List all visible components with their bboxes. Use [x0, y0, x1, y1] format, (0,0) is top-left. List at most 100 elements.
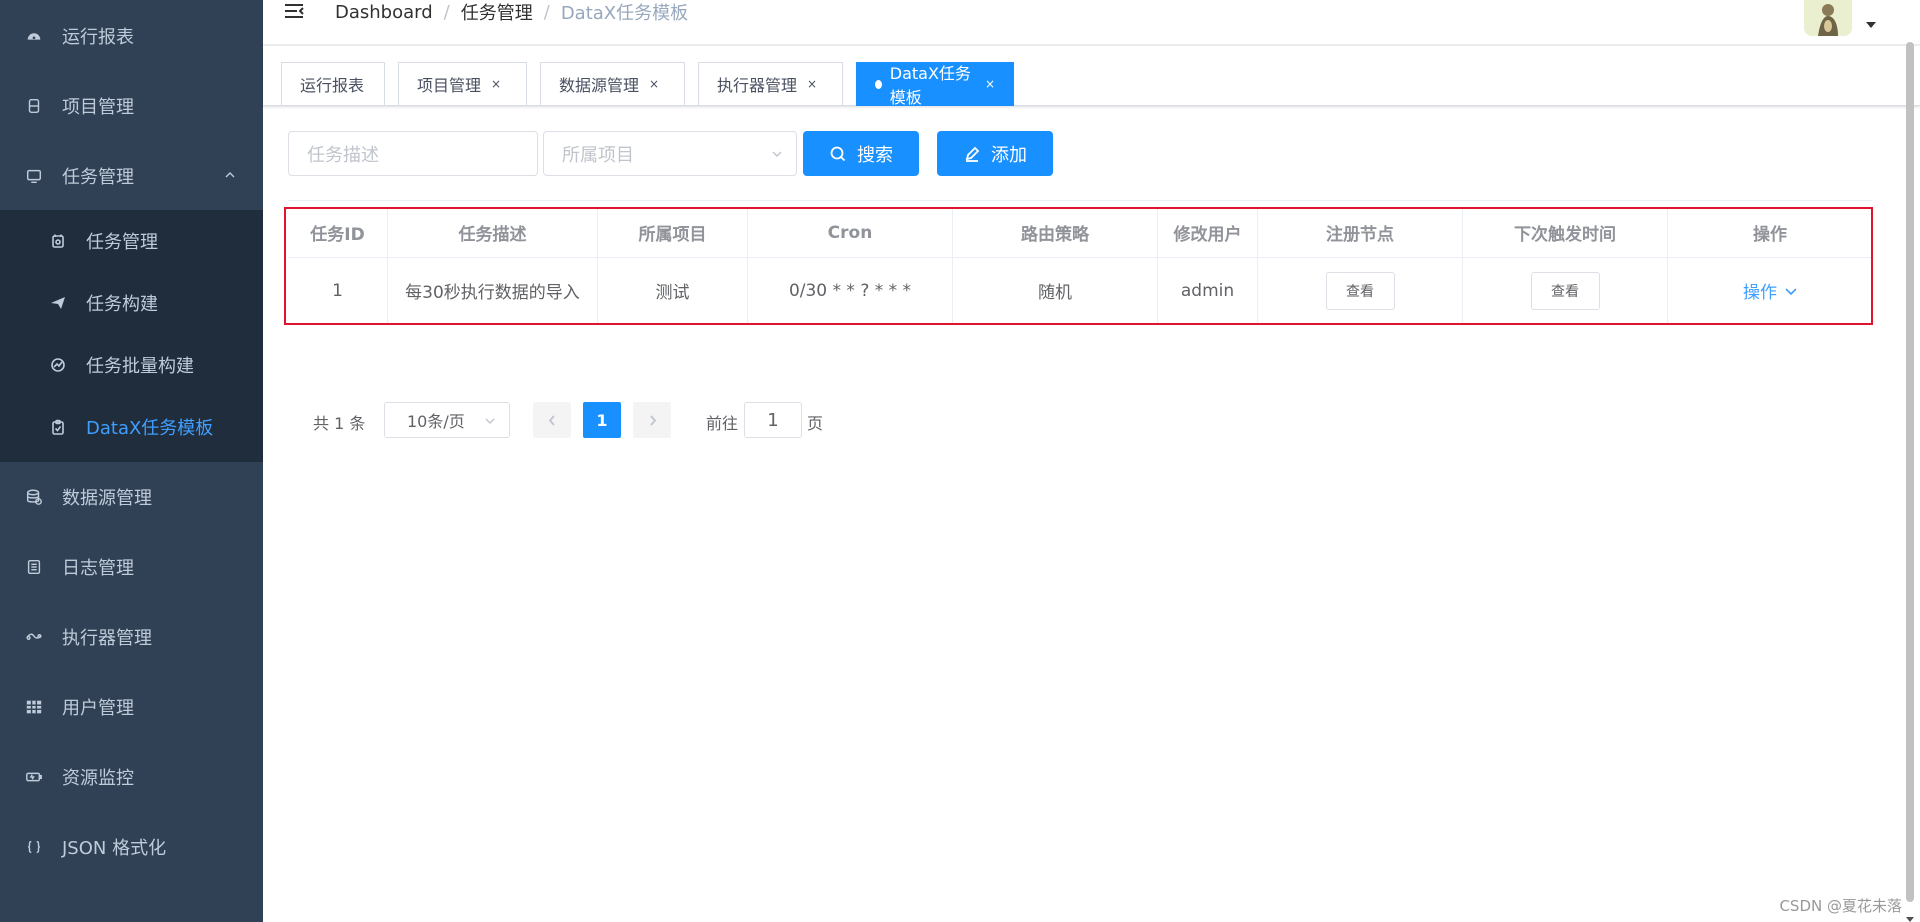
- submenu-item-label: 任务批量构建: [86, 356, 194, 377]
- table-header-cell: 注册节点: [1258, 208, 1463, 257]
- breadcrumb-separator: /: [543, 1, 550, 23]
- next-page-button[interactable]: [633, 402, 671, 438]
- chevron-up-icon: [225, 172, 235, 178]
- table-row: 1 每30秒执行数据的导入 测试 0/30 * * ? * * * 随机 adm…: [288, 258, 1872, 323]
- project-icon: [24, 96, 44, 116]
- braces-icon: [24, 837, 44, 857]
- navbar: Dashboard / 任务管理 / DataX任务模板: [263, 0, 1920, 45]
- submenu-item-task-batch[interactable]: 任务批量构建: [0, 334, 263, 396]
- sidebar-item-label: 任务管理: [62, 167, 134, 188]
- avatar[interactable]: [1804, 0, 1852, 36]
- scrollbar[interactable]: [1904, 40, 1916, 922]
- tag-executor[interactable]: 执行器管理 ×: [698, 62, 843, 106]
- sidebar-item-label: 执行器管理: [62, 628, 152, 649]
- edit-icon: [965, 146, 980, 162]
- search-button-label: 搜索: [857, 144, 893, 166]
- cell-operation: 操作: [1668, 258, 1872, 323]
- cell-project: 测试: [598, 258, 748, 323]
- table-header: 任务ID 任务描述 所属项目 Cron 路由策略 修改用户 注册节点 下次触发时…: [288, 208, 1872, 258]
- scroll-down-arrow-icon[interactable]: [1906, 917, 1914, 922]
- sidebar-item-dashboard[interactable]: 运行报表: [0, 1, 263, 71]
- view-nodes-button[interactable]: 查看: [1325, 271, 1395, 310]
- chevron-right-icon: [649, 414, 656, 426]
- table-icon: [24, 697, 44, 717]
- breadcrumb: Dashboard / 任务管理 / DataX任务模板: [335, 0, 688, 25]
- executor-icon: [24, 627, 44, 647]
- sidebar-item-task[interactable]: 任务管理: [0, 141, 263, 211]
- project-select[interactable]: 所属项目: [543, 131, 797, 176]
- pagination-total: 共 1 条: [313, 414, 366, 433]
- database-icon: [24, 487, 44, 507]
- sidebar-item-label: 日志管理: [62, 558, 134, 579]
- add-button-label: 添加: [991, 144, 1027, 166]
- tag-label: 执行器管理: [717, 76, 798, 95]
- tag-dashboard[interactable]: 运行报表: [281, 62, 385, 106]
- operation-dropdown[interactable]: 操作: [1743, 278, 1797, 303]
- chevron-down-icon: [772, 151, 782, 157]
- submenu-item-datax-template[interactable]: DataX任务模板: [0, 396, 263, 458]
- page-suffix-label: 页: [807, 414, 824, 433]
- chevron-left-icon: [548, 414, 555, 426]
- tag-datasource[interactable]: 数据源管理 ×: [540, 62, 685, 106]
- avatar-image: [1804, 0, 1852, 36]
- close-icon[interactable]: ×: [807, 77, 817, 91]
- table-header-cell: 下次触发时间: [1463, 208, 1668, 257]
- sidebar-item-executor[interactable]: 执行器管理: [0, 602, 263, 672]
- cell-next-trigger: 查看: [1463, 258, 1668, 323]
- breadcrumb-item-task[interactable]: 任务管理: [461, 0, 533, 25]
- page-number-current[interactable]: 1: [583, 402, 621, 438]
- page-size-select[interactable]: 10条/页: [384, 402, 510, 438]
- breadcrumb-separator: /: [443, 1, 450, 23]
- calendar-icon: [48, 231, 68, 251]
- sidebar-item-user[interactable]: 用户管理: [0, 672, 263, 742]
- cell-user: admin: [1158, 258, 1258, 323]
- tag-datax-template[interactable]: DataX任务模板 ×: [856, 62, 1014, 107]
- battery-icon: [24, 767, 44, 787]
- table-header-cell: 操作: [1753, 225, 1787, 245]
- prev-page-button[interactable]: [533, 402, 571, 438]
- hamburger-icon[interactable]: [283, 1, 305, 23]
- sidebar-item-label: 项目管理: [62, 97, 134, 118]
- sidebar-item-datasource[interactable]: 数据源管理: [0, 462, 263, 532]
- sidebar-item-label: 数据源管理: [62, 488, 152, 509]
- scrollbar-thumb[interactable]: [1906, 42, 1914, 902]
- project-select-placeholder: 所属项目: [562, 144, 634, 166]
- view-next-trigger-button[interactable]: 查看: [1530, 271, 1600, 310]
- cell-nodes: 查看: [1258, 258, 1463, 323]
- sidebar: 运行报表 项目管理 任务管理 任务管理 任务构建 任务批量构建 DataX任务模…: [0, 0, 263, 922]
- goto-label: 前往: [706, 414, 739, 433]
- sidebar-item-json[interactable]: JSON 格式化: [0, 812, 263, 882]
- caret-down-icon[interactable]: [1866, 22, 1876, 28]
- sidebar-item-log[interactable]: 日志管理: [0, 532, 263, 602]
- tag-label: 数据源管理: [559, 76, 640, 95]
- task-desc-input[interactable]: 任务描述: [288, 131, 538, 176]
- goto-page-input[interactable]: 1: [744, 402, 802, 438]
- clipboard-icon: [48, 417, 68, 437]
- sidebar-item-label: 运行报表: [62, 27, 134, 48]
- submenu-item-label: 任务构建: [86, 294, 158, 315]
- add-button[interactable]: 添加: [937, 131, 1053, 176]
- breadcrumb-item-dashboard[interactable]: Dashboard: [335, 2, 433, 23]
- cell-route: 随机: [953, 258, 1158, 323]
- close-icon[interactable]: ×: [985, 77, 995, 91]
- chevron-down-icon: [485, 418, 495, 424]
- log-icon: [24, 557, 44, 577]
- close-icon[interactable]: ×: [491, 77, 501, 91]
- sidebar-item-label: JSON 格式化: [62, 838, 167, 859]
- close-icon[interactable]: ×: [649, 77, 659, 91]
- submenu-task: 任务管理 任务构建 任务批量构建 DataX任务模板: [0, 210, 263, 462]
- sidebar-item-label: 资源监控: [62, 768, 134, 789]
- cell-task-id: 1: [288, 258, 388, 323]
- sidebar-item-monitor[interactable]: 资源监控: [0, 742, 263, 812]
- submenu-item-task-build[interactable]: 任务构建: [0, 272, 263, 334]
- table-header-cell: Cron: [748, 208, 953, 257]
- table-header-cell: 修改用户: [1158, 208, 1258, 257]
- sidebar-item-project[interactable]: 项目管理: [0, 71, 263, 141]
- search-button[interactable]: 搜索: [803, 131, 919, 176]
- tag-project[interactable]: 项目管理 ×: [398, 62, 527, 106]
- submenu-item-task-manage[interactable]: 任务管理: [0, 210, 263, 272]
- cell-cron: 0/30 * * ? * * *: [748, 258, 953, 323]
- search-icon: [830, 146, 846, 161]
- tag-label: 运行报表: [300, 76, 365, 95]
- table-header-cell: 任务描述: [388, 208, 598, 257]
